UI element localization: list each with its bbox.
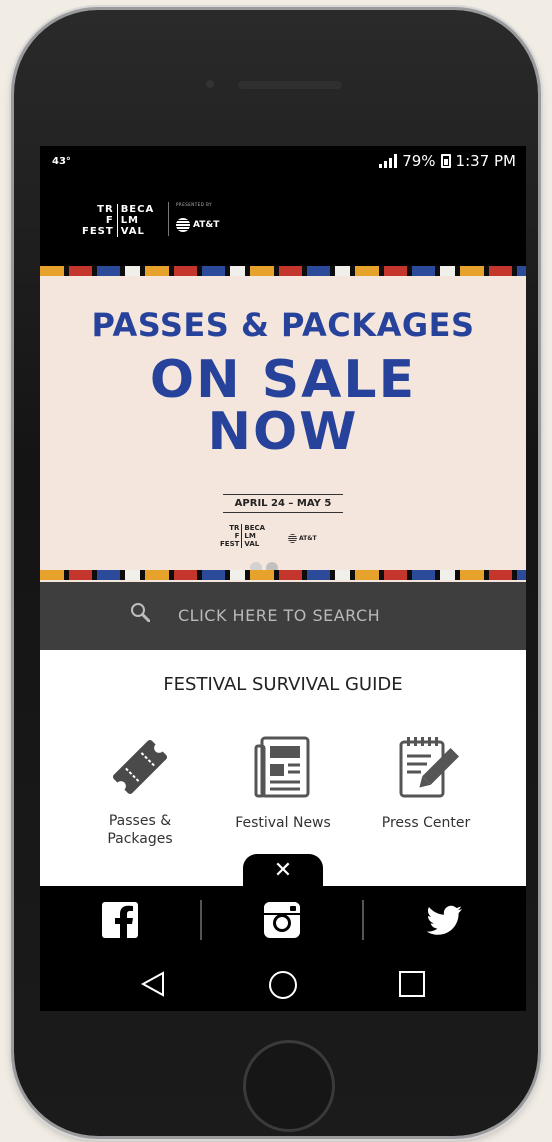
search-icon (131, 603, 150, 622)
android-nav-bar (40, 956, 526, 1011)
banner-sponsor-logo: AT&T (288, 534, 317, 543)
app-screen: 43° 79% 1:37 PM TR F FEST BECA LM VAL PR… (40, 146, 526, 1011)
guide-title: FESTIVAL SURVIVAL GUIDE (163, 674, 403, 695)
banner-tribeca-logo: TR F FEST BECA LM VAL (220, 524, 266, 548)
clock: 1:37 PM (455, 152, 516, 170)
status-bar: 43° 79% 1:37 PM (40, 146, 526, 178)
facebook-icon[interactable] (100, 900, 140, 940)
battery-percent: 79% (402, 152, 436, 170)
survival-guide: FESTIVAL SURVIVAL GUIDE Passes & Package… (40, 650, 526, 886)
promo-banner[interactable]: PASSES & PACKAGES ON SALE NOW APRIL 24 –… (40, 266, 526, 582)
back-icon[interactable] (140, 970, 166, 998)
app-header: TR F FEST BECA LM VAL PRESENTED BY AT&T (40, 178, 526, 266)
banner-title: PASSES & PACKAGES (91, 306, 475, 344)
earpiece-speaker (238, 81, 342, 89)
banner-headline-2: NOW (207, 402, 359, 462)
front-camera (206, 80, 214, 88)
att-globe-icon (288, 534, 297, 543)
battery-icon (440, 154, 451, 168)
status-right: 79% 1:37 PM (379, 152, 516, 170)
banner-stripe-top (40, 266, 526, 276)
temperature-readout: 43° (52, 156, 71, 167)
signal-icon (379, 154, 398, 168)
social-bar: ✕ (40, 854, 526, 956)
logo-divider (168, 202, 169, 236)
home-button[interactable] (243, 1040, 335, 1132)
presented-by-label: PRESENTED BY (176, 202, 213, 207)
recents-icon[interactable] (398, 970, 426, 998)
tribeca-logo[interactable]: TR F FEST BECA LM VAL (82, 204, 154, 237)
twitter-icon[interactable] (424, 900, 464, 940)
ticket-icon (112, 739, 168, 795)
search-placeholder: CLICK HERE TO SEARCH (178, 606, 381, 625)
instagram-icon[interactable] (262, 900, 302, 940)
close-icon[interactable]: ✕ (243, 854, 323, 888)
guide-item-label: Passes & (108, 813, 172, 829)
home-nav-icon[interactable] (268, 970, 298, 1000)
guide-item-label: Packages (107, 831, 173, 847)
newspaper-icon (254, 736, 310, 798)
guide-item-press[interactable]: Press Center (366, 732, 486, 832)
sponsor-logo: AT&T (176, 218, 219, 232)
banner-dates: APRIL 24 – MAY 5 (223, 494, 343, 513)
banner-stripe-bottom (40, 570, 526, 580)
guide-item-passes[interactable]: Passes & Packages (80, 732, 200, 848)
guide-item-label: Press Center (381, 815, 471, 831)
notepad-pencil-icon (399, 737, 460, 798)
search-bar[interactable]: CLICK HERE TO SEARCH (40, 582, 526, 650)
guide-item-news[interactable]: Festival News (223, 732, 343, 832)
banner-headline-1: ON SALE (149, 350, 417, 410)
social-separator (362, 900, 364, 940)
att-globe-icon (176, 218, 190, 232)
guide-item-label: Festival News (235, 815, 331, 831)
social-separator (200, 900, 202, 940)
